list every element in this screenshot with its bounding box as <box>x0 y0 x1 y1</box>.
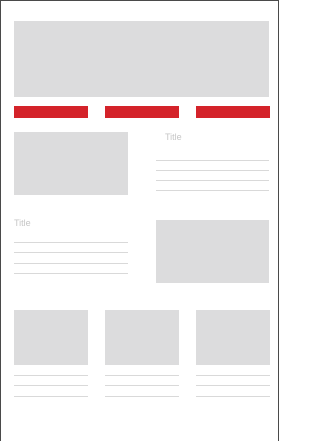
feature-1-text-line <box>156 170 269 171</box>
card-1-text-line <box>14 375 88 376</box>
feature-2-text-line <box>14 252 128 253</box>
card-3-text-line <box>196 385 270 386</box>
nav-item-2[interactable] <box>105 106 179 118</box>
card-3-text-line <box>196 396 270 397</box>
card-2-text-line <box>105 375 179 376</box>
card-1-text-line <box>14 396 88 397</box>
feature-2-text-line <box>14 242 128 243</box>
nav-item-1[interactable] <box>14 106 88 118</box>
card-1-text-line <box>14 385 88 386</box>
card-2-image <box>105 310 179 365</box>
card-3-image <box>196 310 270 365</box>
feature-1-image <box>14 132 128 195</box>
feature-1-text-line <box>156 180 269 181</box>
card-1-image <box>14 310 88 365</box>
feature-1-text-line <box>156 190 269 191</box>
nav-item-3[interactable] <box>196 106 270 118</box>
feature-1-text-line <box>156 160 269 161</box>
feature-2-text-line <box>14 263 128 264</box>
feature-2-title: Title <box>14 218 31 228</box>
feature-1-title: Title <box>165 132 182 142</box>
hero-image <box>14 21 269 97</box>
feature-2-text-line <box>14 273 128 274</box>
feature-2-image <box>156 220 269 283</box>
card-2-text-line <box>105 385 179 386</box>
card-2-text-line <box>105 396 179 397</box>
card-3-text-line <box>196 375 270 376</box>
